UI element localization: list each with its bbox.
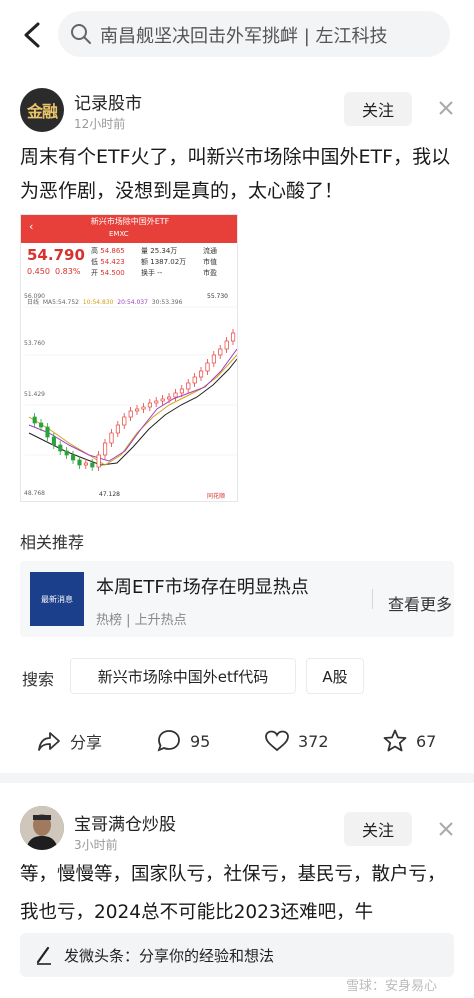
- stock-header: ‹ 新兴市场除中国外ETF EMXC: [21, 215, 237, 243]
- candle: [32, 416, 37, 424]
- avatar[interactable]: [20, 806, 64, 850]
- candle: [211, 354, 216, 364]
- back-arrow-icon[interactable]: [18, 18, 48, 52]
- y-tick-top: 56.090: [24, 293, 45, 300]
- related-heading: 相关推荐: [20, 533, 85, 552]
- quote-pe: 市盈: [203, 269, 217, 277]
- related-thumbnail: 最新消息: [30, 572, 84, 626]
- quote-mktcap: 市值: [203, 258, 217, 266]
- author-name[interactable]: 宝哥满仓炒股: [74, 810, 176, 835]
- like-button[interactable]: 372: [264, 727, 329, 755]
- candle: [218, 348, 223, 356]
- candle: [39, 422, 44, 428]
- candle: [199, 370, 204, 378]
- candle: [122, 416, 127, 426]
- post-time: 3小时前: [74, 838, 118, 852]
- stock-chart-image[interactable]: ‹ 新兴市场除中国外ETF EMXC 54.790 0.450 0.83% 高 …: [20, 214, 238, 502]
- avatar[interactable]: 金融: [20, 88, 64, 132]
- stock-price: 54.790: [27, 246, 85, 264]
- post-time: 12小时前: [74, 117, 126, 131]
- quote-turnover: 换手 --: [141, 269, 163, 277]
- stock-title: 新兴市场除中国外ETF: [90, 217, 170, 226]
- favorite-button[interactable]: 67: [382, 727, 436, 755]
- share-icon: [38, 732, 60, 751]
- change-abs: 0.450: [27, 267, 50, 276]
- candle: [115, 424, 120, 434]
- candle: [179, 388, 184, 394]
- candle: [71, 454, 76, 461]
- section-separator: [0, 773, 474, 783]
- see-more-link[interactable]: 查看更多: [388, 591, 452, 615]
- avatar-text: 金融: [26, 102, 58, 121]
- watermark: 雪球：安身易心: [346, 979, 438, 994]
- candle: [167, 396, 172, 400]
- candle: [90, 462, 95, 468]
- candle: [141, 406, 146, 410]
- search-chip[interactable]: 新兴市场除中国外etf代码: [70, 658, 296, 694]
- user-photo-icon: [20, 806, 64, 850]
- related-card[interactable]: 最新消息 本周ETF市场存在明显热点 热榜 | 上升热点 查看更多: [20, 561, 454, 637]
- close-icon[interactable]: [437, 820, 455, 838]
- follow-button[interactable]: 关注: [344, 812, 412, 846]
- share-button[interactable]: 分享: [36, 727, 102, 755]
- author-name[interactable]: 记录股市: [74, 89, 142, 114]
- search-icon: [71, 24, 91, 44]
- top-bar: 南昌舰坚决回击外军挑衅 | 左江科技: [0, 0, 474, 72]
- related-subtitle: 热榜 | 上升热点: [96, 613, 187, 628]
- candlestick-chart: [25, 306, 237, 471]
- stock-change: 0.450 0.83%: [27, 267, 80, 276]
- quote-low: 低 54.423: [91, 258, 125, 266]
- candle: [128, 410, 133, 418]
- candle: [58, 444, 63, 452]
- candle: [231, 332, 236, 342]
- stock-code: EMXC: [109, 230, 129, 238]
- search-input[interactable]: 南昌舰坚决回击外军挑衅 | 左江科技: [58, 11, 450, 57]
- search-query: 南昌舰坚决回击外军挑衅 | 左江科技: [100, 26, 388, 47]
- heart-icon: [265, 730, 289, 752]
- candle: [45, 426, 50, 438]
- candle: [160, 398, 165, 402]
- candle: [224, 340, 229, 350]
- candle: [96, 454, 101, 468]
- quote-volume: 量 25.34万: [141, 247, 178, 255]
- favorite-count: 67: [416, 731, 437, 751]
- candle: [186, 382, 191, 390]
- candle: [51, 436, 56, 446]
- post-text: 周末有个ETF火了，叫新兴市场除中国外ETF，我以为恶作剧，没想到是真的，太心酸…: [20, 146, 451, 202]
- quote-amount: 额 1387.02万: [141, 258, 187, 266]
- search-label: 搜索: [22, 670, 55, 689]
- price-grid: [25, 306, 237, 456]
- comment-button[interactable]: 95: [156, 727, 210, 755]
- divider: [372, 589, 373, 609]
- comment-count: 95: [190, 731, 211, 751]
- candle: [192, 376, 197, 384]
- quote-float: 流通: [203, 247, 217, 255]
- candle: [103, 442, 108, 456]
- share-label: 分享: [70, 733, 103, 752]
- candle: [147, 402, 152, 408]
- follow-button[interactable]: 关注: [344, 92, 412, 126]
- search-chip[interactable]: A股: [306, 658, 364, 694]
- related-title: 本周ETF市场存在明显热点: [96, 577, 309, 598]
- close-icon[interactable]: [437, 99, 455, 117]
- candle: [77, 459, 82, 466]
- post-text: 等，慢慢等，国家队亏，社保亏，基民亏，散户亏，我也亏，2024总不可能比2023…: [20, 864, 446, 923]
- candle: [83, 462, 88, 466]
- like-count: 372: [298, 731, 329, 751]
- candle: [135, 408, 140, 412]
- comment-icon: [157, 730, 180, 752]
- compose-bar[interactable]: 发微头条：分享你的经验和想法: [20, 933, 454, 977]
- star-icon: [383, 729, 407, 752]
- quote-open: 开 54.500: [91, 269, 125, 277]
- candle: [109, 432, 114, 444]
- change-pct: 0.83%: [55, 267, 81, 276]
- candle: [205, 362, 210, 372]
- pen-icon: [36, 946, 51, 965]
- candle: [154, 400, 159, 404]
- candle: [64, 450, 69, 456]
- max-price-label: 55.730: [207, 293, 228, 300]
- candle: [173, 392, 178, 398]
- compose-placeholder: 发微头条：分享你的经验和想法: [64, 947, 275, 965]
- quote-high: 高 54.865: [91, 247, 125, 255]
